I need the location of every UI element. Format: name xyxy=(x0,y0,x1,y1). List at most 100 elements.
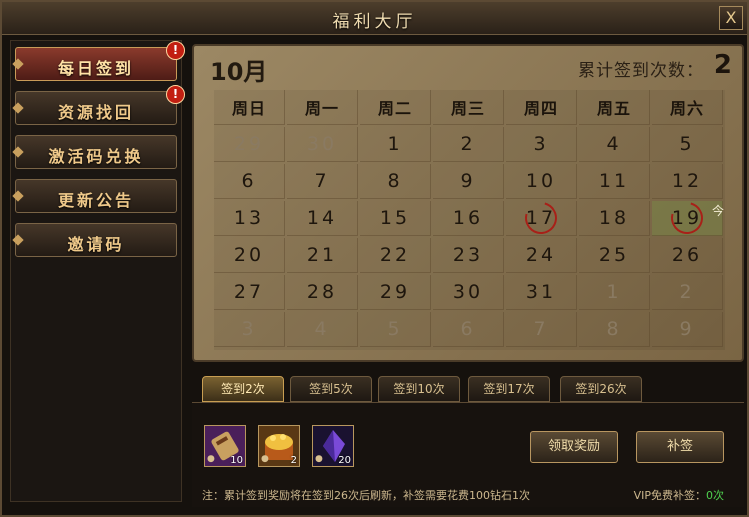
signed-mark-icon xyxy=(665,196,709,240)
calendar-day[interactable]: 30 xyxy=(433,275,504,310)
alert-icon: ! xyxy=(166,41,185,60)
calendar-day[interactable]: 15 xyxy=(360,201,431,236)
calendar-day[interactable]: 27 xyxy=(214,275,285,310)
weekday-header: 周三 xyxy=(433,90,504,125)
calendar-day[interactable]: 2 xyxy=(433,127,504,162)
weekday-header: 周一 xyxy=(287,90,358,125)
day-number: 15 xyxy=(379,207,411,229)
reward-note: 注：累计签到奖励将在签到26次后刷新，补签需要花费100钻石1次 xyxy=(202,489,530,502)
calendar-day[interactable]: 19 今 xyxy=(652,196,724,240)
reward-qty: 2 xyxy=(290,455,297,466)
day-number: 29 xyxy=(379,281,411,303)
calendar-day[interactable]: 30 xyxy=(287,127,358,162)
calendar-day[interactable]: 29 xyxy=(214,127,285,162)
calendar-day[interactable]: 25 xyxy=(579,238,650,273)
calendar-day[interactable]: 28 xyxy=(287,275,358,310)
calendar-day[interactable]: 10 xyxy=(506,164,577,199)
signed-count-label: 累计签到次数： xyxy=(578,61,704,81)
vip-free-makeup: VIP免费补签：0次 xyxy=(634,487,724,503)
vip-count: 0 xyxy=(706,489,713,502)
calendar-day[interactable]: 8 xyxy=(360,164,431,199)
day-number: 1 xyxy=(606,281,622,303)
day-number: 29 xyxy=(233,133,265,155)
sidebar-item-label: 资源找回 xyxy=(57,103,134,122)
day-number: 30 xyxy=(452,281,484,303)
sidebar-item-resource-recovery[interactable]: 资源找回 xyxy=(12,91,177,125)
day-number: 6 xyxy=(460,318,476,340)
sidebar-item-announcement[interactable]: 更新公告 xyxy=(12,179,177,213)
calendar-day[interactable]: 16 xyxy=(433,201,504,236)
day-number: 12 xyxy=(671,170,703,192)
weekday-header: 周二 xyxy=(360,90,431,125)
calendar-day[interactable]: 13 xyxy=(214,201,285,236)
calendar-day[interactable]: 12 xyxy=(652,164,723,199)
calendar-day[interactable]: 29 xyxy=(360,275,431,310)
month-label: 10月 xyxy=(210,58,268,86)
calendar-day[interactable]: 7 xyxy=(506,312,577,347)
calendar-day[interactable]: 9 xyxy=(652,312,723,347)
day-number: 9 xyxy=(679,318,695,340)
lock-icon: ● xyxy=(261,454,269,464)
makeup-signin-button[interactable]: 补签 xyxy=(636,431,724,463)
reward-item[interactable]: ● 10 xyxy=(204,425,246,467)
day-number: 27 xyxy=(233,281,265,303)
sidebar-item-daily-checkin[interactable]: 每日签到 xyxy=(12,47,177,81)
calendar-day[interactable]: 9 xyxy=(433,164,504,199)
calendar-day[interactable]: 4 xyxy=(579,127,650,162)
claim-reward-button[interactable]: 领取奖励 xyxy=(530,431,618,463)
calendar-day[interactable]: 26 xyxy=(652,238,723,273)
sidebar-item-code-redeem[interactable]: 激活码兑换 xyxy=(12,135,177,169)
signed-count-value: 2 xyxy=(713,50,732,80)
weekday-header: 周六 xyxy=(652,90,723,125)
weekday-header: 周四 xyxy=(506,90,577,125)
calendar-day[interactable]: 11 xyxy=(579,164,650,199)
calendar-day[interactable]: 23 xyxy=(433,238,504,273)
calendar-day[interactable]: 31 xyxy=(506,275,577,310)
reward-item[interactable]: ● 20 xyxy=(312,425,354,467)
calendar-day[interactable]: 4 xyxy=(287,312,358,347)
calendar-day[interactable]: 21 xyxy=(287,238,358,273)
tab-reward-26[interactable]: 签到26次 xyxy=(560,376,642,402)
calendar-day[interactable]: 7 xyxy=(287,164,358,199)
calendar-day[interactable]: 8 xyxy=(579,312,650,347)
tab-reward-5[interactable]: 签到5次 xyxy=(290,376,372,402)
weekday-header: 周日 xyxy=(214,90,285,125)
today-marker: 今 xyxy=(711,204,724,218)
calendar-day[interactable]: 24 xyxy=(506,238,577,273)
calendar-day[interactable]: 1 xyxy=(360,127,431,162)
calendar-day[interactable]: 22 xyxy=(360,238,431,273)
calendar-day[interactable]: 1 xyxy=(579,275,650,310)
calendar-day[interactable]: 18 xyxy=(579,201,650,236)
day-number: 6 xyxy=(241,170,257,192)
day-number: 9 xyxy=(460,170,476,192)
reward-item[interactable]: ● 2 xyxy=(258,425,300,467)
calendar-day[interactable]: 5 xyxy=(652,127,723,162)
alert-icon: ! xyxy=(166,85,185,104)
calendar-day[interactable]: 6 xyxy=(433,312,504,347)
reward-qty: 10 xyxy=(230,455,243,466)
day-number: 14 xyxy=(306,207,338,229)
sidebar-item-label: 更新公告 xyxy=(57,191,134,210)
tab-reward-10[interactable]: 签到10次 xyxy=(378,376,460,402)
calendar-day[interactable]: 2 xyxy=(652,275,723,310)
calendar-day[interactable]: 20 xyxy=(214,238,285,273)
sidebar-item-label: 每日签到 xyxy=(57,59,134,78)
day-number: 20 xyxy=(233,244,265,266)
day-number: 13 xyxy=(233,207,265,229)
day-number: 8 xyxy=(387,170,403,192)
reward-qty: 20 xyxy=(338,455,351,466)
tab-reward-2[interactable]: 签到2次 xyxy=(202,376,284,402)
close-button[interactable]: X xyxy=(719,6,743,30)
calendar-day[interactable]: 3 xyxy=(214,312,285,347)
tab-reward-17[interactable]: 签到17次 xyxy=(468,376,550,402)
day-number: 7 xyxy=(533,318,549,340)
calendar-day[interactable]: 17 xyxy=(506,196,577,240)
calendar-day[interactable]: 5 xyxy=(360,312,431,347)
sidebar-item-invite-code[interactable]: 邀请码 xyxy=(12,223,177,257)
day-number: 18 xyxy=(598,207,630,229)
window-title: 福利大厅 xyxy=(332,12,417,32)
calendar-day[interactable]: 3 xyxy=(506,127,577,162)
calendar-day[interactable]: 6 xyxy=(214,164,285,199)
calendar-day[interactable]: 14 xyxy=(287,201,358,236)
weekday-header: 周五 xyxy=(579,90,650,125)
